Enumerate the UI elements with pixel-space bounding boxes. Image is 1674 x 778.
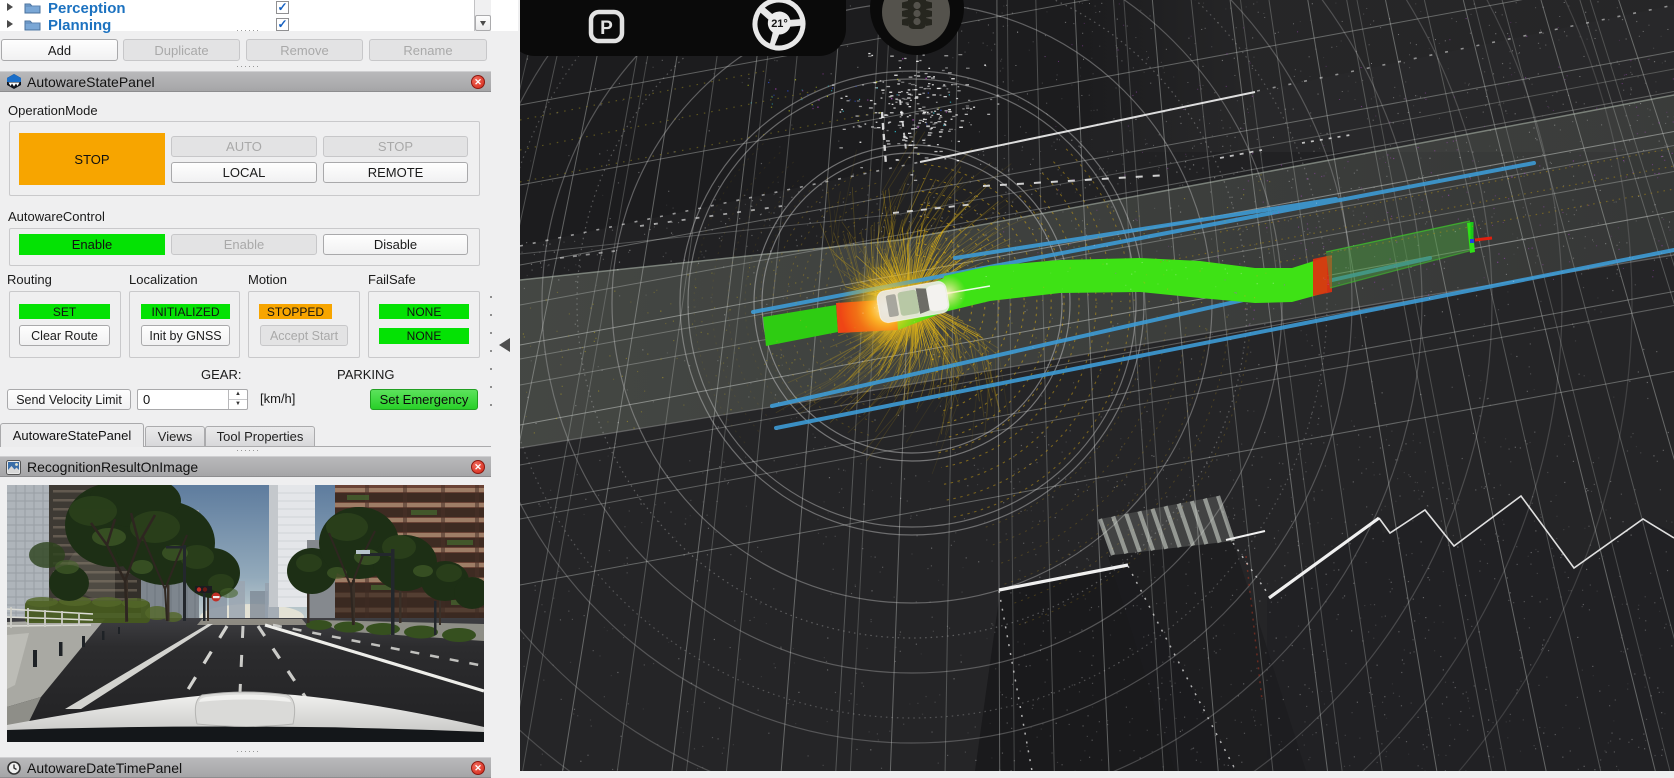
svg-text:21°: 21° xyxy=(771,18,788,30)
svg-text:P: P xyxy=(600,18,613,39)
